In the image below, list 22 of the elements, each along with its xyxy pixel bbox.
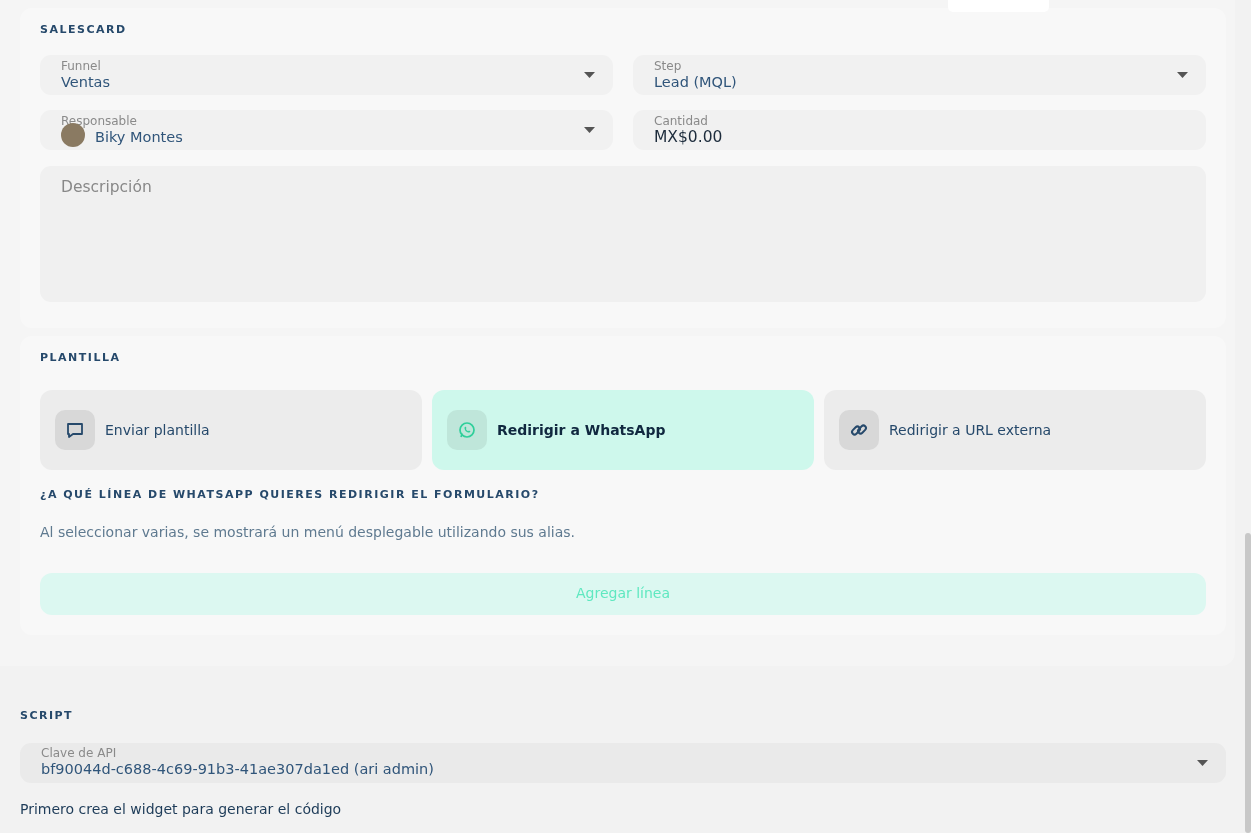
caret-icon: [1177, 71, 1188, 78]
select-field[interactable]: Clave de API bf90044d-c688-4c69-91b3-41ae307da1ed (ari admin): [20, 742, 1226, 783]
chat-bubble-icon: [65, 420, 85, 440]
section-title: PLANTILLA: [40, 349, 122, 366]
note-text: Primero crea el widget para generar el código: [20, 799, 343, 819]
whatsapp-icon: [457, 420, 477, 440]
question-label: ¿A QUÉ LÍNEA DE WHATSAPP QUIERES REDIRIGIR EL FORMULARIO?: [40, 487, 541, 503]
select-field[interactable]: Funnel Ventas: [40, 54, 613, 95]
option-button[interactable]: Redirigir a URL externa: [824, 390, 1206, 470]
select-field[interactable]: Responsable Biky Montes: [40, 109, 613, 150]
hint-text: Al seleccionar varias, se mostrará un menú desplegable utilizando sus alias.: [40, 522, 577, 542]
section-title: SALESCARD: [40, 22, 128, 38]
section-title: SCRIPT: [20, 708, 75, 724]
description-field[interactable]: Descripción: [40, 165, 1206, 302]
amount-field[interactable]: Cantidad MX$0.00: [633, 109, 1206, 150]
option-button[interactable]: Redirigir a WhatsApp: [432, 390, 814, 470]
caret-icon: [584, 126, 595, 133]
caret-icon: [1197, 759, 1208, 766]
caret-icon: [584, 71, 595, 78]
select-field[interactable]: Step Lead (MQL): [633, 54, 1206, 95]
option-button[interactable]: Enviar plantilla: [40, 390, 422, 470]
scrollbar[interactable]: [1245, 533, 1251, 833]
